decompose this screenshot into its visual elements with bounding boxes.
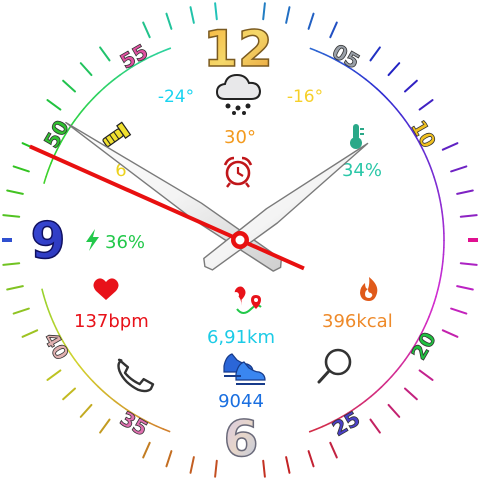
- minute-tick: [165, 450, 173, 468]
- center-cap-inner: [235, 235, 245, 245]
- calories-value: 396kcal: [322, 311, 393, 332]
- minute-numeral-05: 05: [328, 39, 364, 74]
- minute-tick: [387, 62, 401, 77]
- sneakers-icon: [223, 353, 266, 385]
- minute-tick: [262, 2, 266, 21]
- minute-tick: [441, 142, 459, 151]
- clock-hands: [29, 121, 369, 272]
- high-temp-value: -16°: [287, 87, 323, 107]
- minute-tick: [62, 387, 77, 401]
- watch-face: 05 10 20 25 35 40 50 55 12 9 6 -24° -16° 30° 34…: [2, 2, 478, 478]
- distance-value: 6,91km: [207, 327, 275, 348]
- lightning-bolt-icon: [86, 229, 99, 251]
- minute-tick: [387, 403, 401, 418]
- heart-icon: [93, 278, 119, 300]
- minute-tick: [6, 285, 24, 291]
- minute-tick: [450, 307, 468, 315]
- minute-tick: [369, 46, 381, 62]
- numeral-9: 9: [31, 212, 66, 270]
- minute-tick: [403, 79, 418, 93]
- alarm-complication[interactable]: [220, 154, 258, 190]
- minute-tick: [21, 329, 39, 338]
- minute-tick: [307, 450, 315, 468]
- search-shortcut-button[interactable]: [312, 346, 356, 390]
- minute-tick: [142, 21, 151, 39]
- second-hand: [29, 144, 305, 271]
- minute-tick: [62, 79, 77, 93]
- route-pin-icon: [233, 286, 262, 314]
- minute-numeral-55: 55: [116, 39, 152, 74]
- minute-tick: [46, 369, 62, 381]
- phone-shortcut-button[interactable]: [112, 350, 156, 394]
- minute-numeral-25: 25: [328, 406, 364, 441]
- minute-tick: [285, 456, 291, 474]
- weather-complication[interactable]: [218, 74, 262, 110]
- steps-value: 9044: [218, 391, 264, 412]
- minute-tick: [285, 6, 291, 24]
- minute-numeral-40: 40: [39, 328, 74, 364]
- low-temp-value: -24°: [158, 87, 194, 107]
- flame-icon: [360, 277, 378, 301]
- minute-tick: [418, 99, 434, 111]
- minute-numeral-50: 50: [39, 116, 74, 152]
- minute-tick: [12, 165, 30, 173]
- minute-tick: [441, 329, 459, 338]
- battery-value: 36%: [105, 232, 145, 253]
- humidity-value: 34%: [342, 160, 382, 181]
- numeral-12: 12: [203, 20, 273, 78]
- minute-tick: [6, 189, 24, 195]
- minute-tick: [329, 441, 338, 459]
- minute-tick: [369, 418, 381, 434]
- minute-tick: [2, 214, 21, 218]
- minute-tick: [165, 12, 173, 30]
- minute-tick: [307, 12, 315, 30]
- minute-tick: [79, 62, 93, 77]
- minute-numeral-35: 35: [116, 406, 152, 441]
- minute-tick: [99, 46, 111, 62]
- heart-rate-value: 137bpm: [74, 311, 149, 332]
- minute-tick: [459, 214, 478, 218]
- minute-tick: [262, 459, 266, 478]
- minute-tick: [418, 369, 434, 381]
- minute-tick: [2, 262, 21, 266]
- minute-tick: [459, 262, 478, 266]
- minute-tick: [329, 21, 338, 39]
- minute-tick: [46, 99, 62, 111]
- numeral-6: 6: [224, 410, 259, 468]
- minute-tick: [214, 2, 218, 21]
- minute-tick: [12, 307, 30, 315]
- minute-tick: [189, 456, 195, 474]
- thermometer-icon: [350, 124, 364, 149]
- minute-tick: [214, 459, 218, 478]
- minute-tick: [403, 387, 418, 401]
- current-temp-value: 30°: [224, 127, 256, 148]
- minute-tick: [456, 189, 474, 195]
- minute-tick: [189, 6, 195, 24]
- minute-tick: [99, 418, 111, 434]
- minute-tick: [450, 165, 468, 173]
- minute-tick: [79, 403, 93, 418]
- minute-numeral-10: 10: [406, 116, 441, 152]
- minute-tick: [142, 441, 151, 459]
- minute-tick: [456, 285, 474, 291]
- minute-numeral-20: 20: [406, 328, 441, 364]
